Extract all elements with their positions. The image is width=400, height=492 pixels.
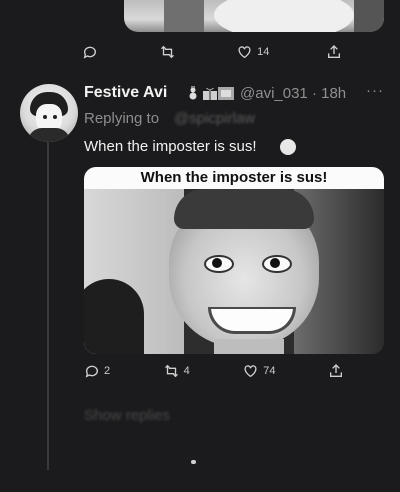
- previous-tweet-actions: 14: [82, 44, 342, 60]
- avatar[interactable]: [20, 84, 78, 142]
- share-button[interactable]: [326, 44, 342, 60]
- share-button[interactable]: [328, 363, 344, 379]
- reply-button[interactable]: [82, 44, 102, 60]
- image-emoji-icon: [218, 86, 234, 100]
- retweet-icon: [163, 363, 180, 379]
- reply-icon: [84, 363, 100, 379]
- photo-pupil: [270, 258, 280, 268]
- heart-icon: [236, 44, 253, 60]
- retweet-icon: [159, 44, 176, 60]
- photo-shoulder: [84, 279, 144, 354]
- avatar-eye: [43, 115, 47, 119]
- photo-neck: [214, 339, 284, 354]
- photo-pupil: [212, 258, 222, 268]
- media-shape: [214, 0, 354, 32]
- tweet-text: When the imposter is sus!: [84, 138, 257, 155]
- reply-button[interactable]: 2: [84, 363, 110, 379]
- media-shape: [164, 0, 204, 32]
- replying-to-user[interactable]: @spicpirlaw: [174, 110, 255, 127]
- replying-to-label: Replying to: [84, 110, 160, 127]
- tweet-time: 18h: [321, 85, 347, 102]
- heart-icon: [242, 363, 259, 379]
- media-shape: [354, 0, 384, 32]
- media-photo: [84, 189, 384, 354]
- snowman-emoji-icon: [186, 86, 200, 100]
- author-handle[interactable]: @avi_031 · 18h: [240, 85, 346, 102]
- tweet-actions: 2 4 74: [84, 363, 344, 379]
- avatar-body: [28, 128, 70, 142]
- avatar-eye: [53, 115, 57, 119]
- like-button[interactable]: 74: [242, 363, 276, 379]
- more-options-icon[interactable]: ···: [366, 82, 384, 99]
- white-circle-emoji-icon: [280, 139, 296, 155]
- share-icon: [328, 363, 344, 379]
- thread-line: [47, 140, 49, 470]
- like-count: 74: [263, 365, 276, 377]
- home-indicator: [191, 460, 196, 464]
- photo-smile: [208, 307, 296, 334]
- separator: ·: [307, 85, 322, 102]
- reply-icon: [82, 44, 98, 60]
- show-replies-link[interactable]: Show replies: [84, 407, 170, 424]
- retweet-button[interactable]: 4: [163, 363, 190, 379]
- reply-count: 2: [104, 365, 111, 377]
- media-caption: When the imposter is sus!: [84, 167, 384, 189]
- previous-tweet-media[interactable]: [124, 0, 384, 32]
- like-count: 14: [257, 46, 270, 58]
- gift-emoji-icon: [202, 86, 217, 100]
- name-emojis: [186, 86, 234, 100]
- retweet-button[interactable]: [159, 44, 180, 60]
- tweet-media[interactable]: When the imposter is sus!: [84, 167, 384, 354]
- handle-text: @avi_031: [240, 85, 308, 102]
- author-name[interactable]: Festive Avi: [84, 84, 167, 102]
- retweet-count: 4: [183, 365, 190, 377]
- share-icon: [326, 44, 342, 60]
- photo-hair: [174, 189, 314, 229]
- like-button[interactable]: 14: [236, 44, 269, 60]
